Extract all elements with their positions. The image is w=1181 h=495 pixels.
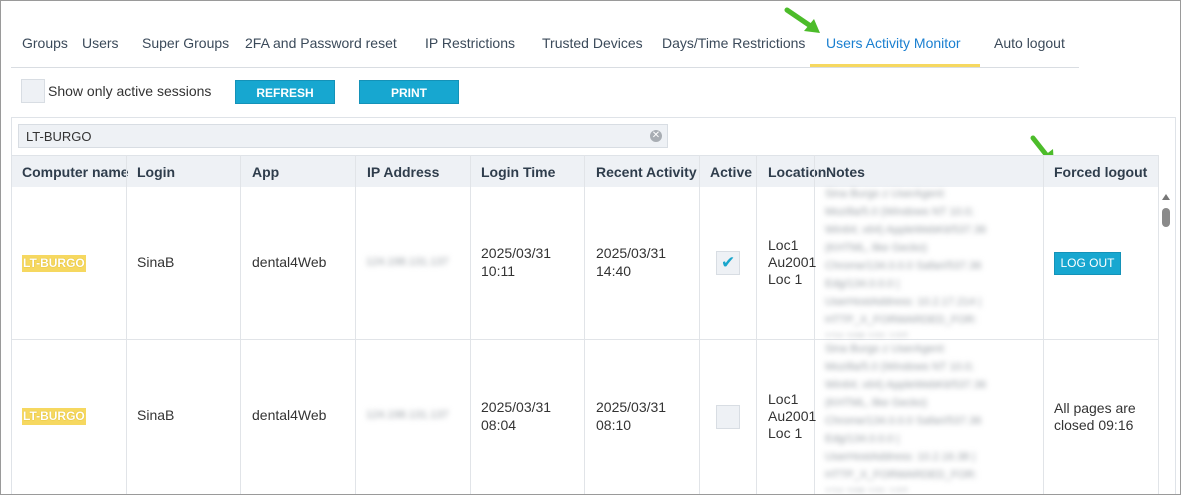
notes-line: (KHTML, like Gecko) — [825, 397, 928, 409]
login-cell: SinaB — [137, 407, 175, 423]
tab-ip-restrictions[interactable]: IP Restrictions — [425, 35, 515, 51]
tab-super-groups[interactable]: Super Groups — [142, 35, 229, 51]
refresh-button[interactable]: REFRESH — [235, 80, 335, 104]
tab-days-time-restrictions[interactable]: Days/Time Restrictions — [662, 35, 805, 51]
login-cell: SinaB — [137, 254, 175, 270]
column-header-ip-address[interactable]: IP Address — [367, 164, 439, 180]
notes-line: HTTP_X_FORWARDED_FOR: — [825, 314, 978, 326]
notes-line: Sina Burgo z UserAgent: — [825, 188, 947, 200]
search-value: LT-BURGO — [26, 129, 92, 144]
location-line-3: Loc 1 — [768, 425, 803, 441]
column-header-login-time[interactable]: Login Time — [481, 164, 555, 180]
notes-line: (KHTML, like Gecko) — [825, 242, 928, 254]
location-line-1: Loc1 — [768, 237, 799, 253]
column-divider — [814, 155, 815, 494]
notes-line: Sina Burgo z UserAgent: — [825, 343, 947, 355]
login-date-cell: 2025/03/31 — [481, 245, 552, 261]
notes-line: UserHostAddress: 10.2.16.38 | — [825, 451, 976, 463]
app-cell: dental4Web — [252, 407, 327, 423]
tab-users-activity-monitor[interactable]: Users Activity Monitor — [826, 35, 961, 51]
recent-time-cell: 14:40 — [596, 263, 632, 279]
column-header-app[interactable]: App — [252, 164, 279, 180]
active-checkbox[interactable] — [716, 405, 740, 429]
ip-address-cell: 124.198.131.137 — [366, 256, 449, 268]
recent-time-cell: 08:10 — [596, 417, 632, 433]
show-active-sessions-checkbox[interactable] — [21, 79, 45, 103]
computer-name-cell: LT-BURGO — [22, 408, 86, 425]
column-header-forced-logout[interactable]: Forced logout — [1054, 164, 1147, 180]
notes-line: Mozilla/5.0 (Windows NT 10.0; — [825, 361, 974, 373]
forced-logout-status-line-1: All pages are — [1054, 400, 1136, 416]
column-header-login[interactable]: Login — [137, 164, 175, 180]
tab-users[interactable]: Users — [82, 35, 119, 51]
app-cell: dental4Web — [252, 254, 327, 270]
column-header-recent-activity[interactable]: Recent Activity — [596, 164, 697, 180]
notes-line: Chrome/134.0.0.0 Safari/537.36 — [825, 415, 982, 427]
search-input[interactable]: LT-BURGO ✕ — [18, 124, 668, 148]
column-header-notes[interactable]: Notes — [826, 164, 865, 180]
column-divider — [240, 155, 241, 494]
login-time-cell: 10:11 — [481, 263, 515, 279]
login-date-cell: 2025/03/31 — [481, 399, 552, 415]
notes-line: Chrome/134.0.0.0 Safari/537.36 — [825, 260, 982, 272]
column-divider — [1043, 155, 1044, 494]
notes-cell: Sina Burgo z UserAgent: Mozilla/5.0 (Win… — [825, 340, 1037, 492]
column-divider — [126, 155, 127, 494]
active-tab-underline — [810, 64, 980, 67]
location-line-2: Au2001 — [768, 254, 817, 270]
notes-line: 124.198.131.137 — [825, 329, 1037, 337]
tab-2fa-password-reset[interactable]: 2FA and Password reset — [245, 35, 397, 51]
forced-logout-status-line-2: closed 09:16 — [1054, 417, 1134, 433]
column-header-active[interactable]: Active — [710, 164, 752, 180]
location-line-2: Au2001 — [768, 408, 817, 424]
recent-date-cell: 2025/03/31 — [596, 399, 667, 415]
notes-line: Mozilla/5.0 (Windows NT 10.0; — [825, 206, 974, 218]
active-checkbox[interactable]: ✔ — [716, 251, 740, 275]
show-active-sessions-label: Show only active sessions — [48, 83, 212, 99]
notes-line: Edg/134.0.0.0 | — [825, 433, 900, 445]
notes-line: Win64; x64) AppleWebKit/537.36 — [825, 224, 987, 236]
login-time-cell: 08:04 — [481, 417, 517, 433]
notes-line: HTTP_X_FORWARDED_FOR: — [825, 469, 978, 481]
check-icon: ✔ — [721, 253, 736, 272]
arrow-icon — [784, 7, 820, 33]
scrollbar-thumb[interactable] — [1162, 208, 1170, 227]
tab-bar: Groups Users Super Groups 2FA and Passwo… — [11, 21, 1079, 68]
location-line-3: Loc 1 — [768, 271, 803, 287]
column-header-location[interactable]: Location — [768, 164, 826, 180]
scroll-up-arrow-icon[interactable] — [1162, 194, 1170, 200]
column-divider — [355, 155, 356, 494]
location-line-1: Loc1 — [768, 391, 799, 407]
column-divider — [699, 155, 700, 494]
column-divider — [756, 155, 757, 494]
print-button[interactable]: PRINT — [359, 80, 459, 104]
column-divider — [584, 155, 585, 494]
notes-line: Edg/134.0.0.0 | — [825, 278, 900, 290]
column-divider — [1158, 155, 1159, 494]
column-divider — [470, 155, 471, 494]
column-header-computer-name[interactable]: Computer name — [22, 164, 129, 180]
notes-line: Win64; x64) AppleWebKit/537.36 — [825, 379, 987, 391]
table-header: Computer name Login App IP Address Login… — [12, 155, 1158, 187]
tab-auto-logout[interactable]: Auto logout — [994, 35, 1065, 51]
tab-trusted-devices[interactable]: Trusted Devices — [542, 35, 643, 51]
clear-icon[interactable]: ✕ — [650, 130, 662, 142]
ip-address-cell: 124.198.131.137 — [366, 409, 449, 421]
notes-line: UserHostAddress: 10.2.17.214 | — [825, 296, 982, 308]
notes-line: 124.198.131.137 — [825, 484, 1037, 492]
users-activity-monitor-window: Groups Users Super Groups 2FA and Passwo… — [0, 0, 1181, 495]
computer-name-cell: LT-BURGO — [22, 255, 86, 272]
notes-cell: Sina Burgo z UserAgent: Mozilla/5.0 (Win… — [825, 185, 1037, 337]
tab-groups[interactable]: Groups — [22, 35, 68, 51]
log-out-button[interactable]: LOG OUT — [1054, 252, 1121, 275]
recent-date-cell: 2025/03/31 — [596, 245, 667, 261]
